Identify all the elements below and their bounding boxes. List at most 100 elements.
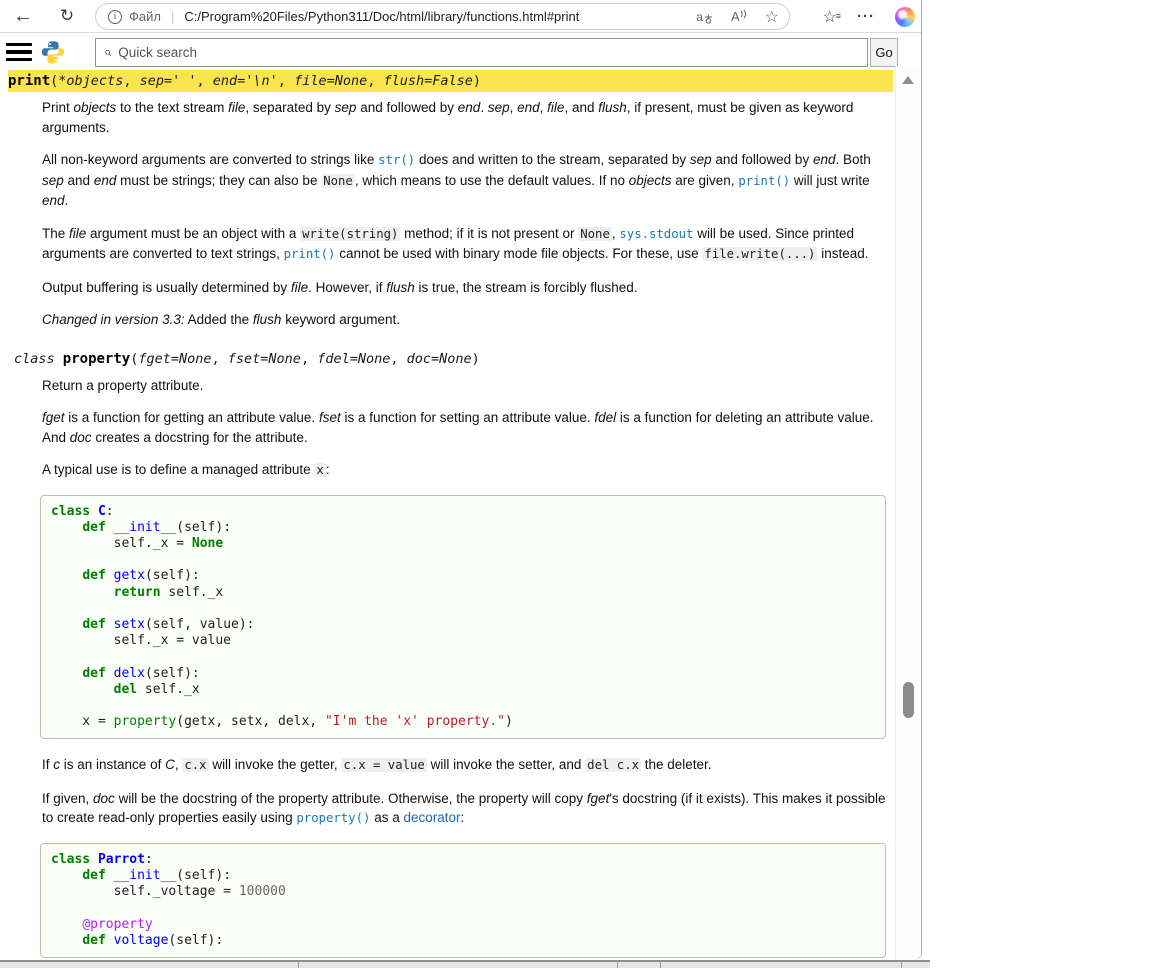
link[interactable]: sys.stdout — [619, 227, 693, 241]
text-run: is an instance of — [60, 757, 165, 772]
text-run: All non-keyword arguments are converted … — [42, 152, 378, 167]
text-run: , — [197, 73, 213, 89]
paragraph: Changed in version 3.3: Added the flush … — [42, 310, 887, 330]
paragraph: Output buffering is usually determined b… — [42, 278, 887, 298]
page-content: ⌕ Go print(*objects, sep=' ', end='\n', … — [0, 33, 921, 960]
text-run: and followed by — [712, 152, 813, 167]
text-run: end='\n' — [213, 73, 278, 89]
link[interactable]: print() — [738, 174, 790, 188]
text-run: Output buffering is usually determined b… — [42, 280, 291, 295]
text-run: fget — [42, 410, 65, 425]
text-run: doc — [70, 430, 92, 445]
text-run: Added the — [185, 312, 253, 327]
text-run: creates a docstring for the attribute. — [92, 430, 308, 445]
text-run: keyword argument. — [281, 312, 400, 327]
text-run: file=None — [294, 73, 367, 89]
text-run: are given, — [672, 173, 739, 188]
text-run: is a function for setting an attribute v… — [341, 410, 595, 425]
scrollbar[interactable] — [895, 66, 920, 960]
scroll-up-icon[interactable] — [902, 76, 914, 84]
text-run: method; if it is not present or — [400, 226, 578, 241]
text-run: will just write — [790, 173, 870, 188]
text-run: as a — [370, 810, 403, 825]
text-run: end — [517, 100, 540, 115]
text-run: , — [510, 100, 518, 115]
browser-toolbar: ← ↻ i Файл | C:/Program%20Files/Python31… — [0, 0, 921, 33]
text-run: file — [547, 100, 564, 115]
link[interactable]: property() — [296, 811, 370, 825]
text-run: end — [94, 173, 117, 188]
settings-menu-icon[interactable]: ··· — [857, 8, 875, 25]
text-run: None — [321, 174, 355, 188]
back-button[interactable]: ← — [8, 3, 38, 29]
url-text[interactable]: C:/Program%20Files/Python311/Doc/html/li… — [184, 9, 686, 24]
text-run: : — [461, 810, 465, 825]
text-run: is a function for getting an attribute v… — [65, 410, 319, 425]
text-run: sep=' ' — [140, 73, 197, 89]
info-icon[interactable]: i — [108, 10, 122, 24]
browser-window: ← ↻ i Файл | C:/Program%20Files/Python31… — [0, 0, 922, 960]
text-run: . Both — [835, 152, 870, 167]
text-run: sep — [42, 173, 64, 188]
text-run: If — [42, 757, 53, 772]
text-run: cannot be used with binary mode file obj… — [335, 246, 702, 261]
copilot-icon[interactable] — [895, 7, 915, 27]
text-run: : — [326, 462, 330, 477]
text-run: will invoke the getter, — [209, 757, 342, 772]
text-run: property — [63, 351, 130, 367]
text-run: is true, the stream is forcibly flushed. — [415, 280, 638, 295]
property-signature: class property(fget=None, fset=None, fde… — [14, 348, 893, 370]
add-favorite-star-icon[interactable]: ☆ — [765, 7, 779, 27]
paragraph: All non-keyword arguments are converted … — [42, 150, 887, 211]
reload-button[interactable]: ↻ — [52, 3, 82, 29]
text-run: doc — [93, 791, 115, 806]
python-logo-icon — [41, 40, 65, 64]
text-run: None — [578, 227, 612, 241]
text-run: print — [8, 73, 50, 89]
text-run: and followed by — [356, 100, 457, 115]
link[interactable]: print() — [284, 247, 336, 261]
text-run: , — [123, 73, 139, 89]
file-scheme-label: Файл — [129, 9, 161, 24]
text-run: does and written to the stream, separate… — [415, 152, 690, 167]
text-run: fget — [587, 791, 610, 806]
link[interactable]: decorator — [403, 810, 460, 825]
text-run: to the text stream — [116, 100, 228, 115]
text-run: , which means to use the default values.… — [355, 173, 629, 188]
menu-icon[interactable] — [6, 43, 32, 61]
text-run: and — [64, 173, 94, 188]
address-bar[interactable]: i Файл | C:/Program%20Files/Python311/Do… — [95, 3, 790, 30]
print-signature: print(*objects, sep=' ', end='\n', file=… — [8, 70, 893, 92]
text-run: ) — [473, 73, 481, 89]
read-aloud-icon[interactable]: A — [731, 9, 747, 24]
translate-icon[interactable]: a — [696, 10, 713, 24]
text-run: fdel — [594, 410, 616, 425]
quick-search-box[interactable]: ⌕ — [95, 38, 868, 67]
text-run: , — [212, 351, 228, 367]
bottom-strip — [0, 960, 930, 968]
text-run: *objects — [58, 73, 123, 89]
text-run: file — [291, 280, 308, 295]
link[interactable]: str() — [378, 153, 415, 167]
text-run: . However, if — [308, 280, 386, 295]
text-run: sep — [335, 100, 357, 115]
text-run: end — [813, 152, 836, 167]
text-run: The — [42, 226, 69, 241]
paragraph: If c is an instance of C, c.x will invok… — [42, 755, 887, 776]
text-run: c.x = value — [341, 758, 426, 772]
text-run: . — [65, 193, 69, 208]
favorites-hub-icon[interactable]: ☆ ≡ — [823, 7, 837, 27]
paragraph: If given, doc will be the docstring of t… — [42, 789, 887, 829]
scroll-thumb[interactable] — [903, 682, 914, 718]
text-run: end — [458, 100, 481, 115]
go-button[interactable]: Go — [870, 38, 898, 67]
paragraph: Return a property attribute. — [42, 376, 887, 396]
text-run: the deleter. — [641, 757, 712, 772]
doc-header-row: ⌕ Go — [0, 33, 921, 69]
text-run: flush — [598, 100, 627, 115]
text-run: will be the docstring of the property at… — [115, 791, 587, 806]
text-run: ) — [472, 351, 480, 367]
text-run: Return a property attribute. — [42, 378, 203, 393]
text-run: sep — [690, 152, 712, 167]
search-input[interactable] — [118, 45, 859, 60]
